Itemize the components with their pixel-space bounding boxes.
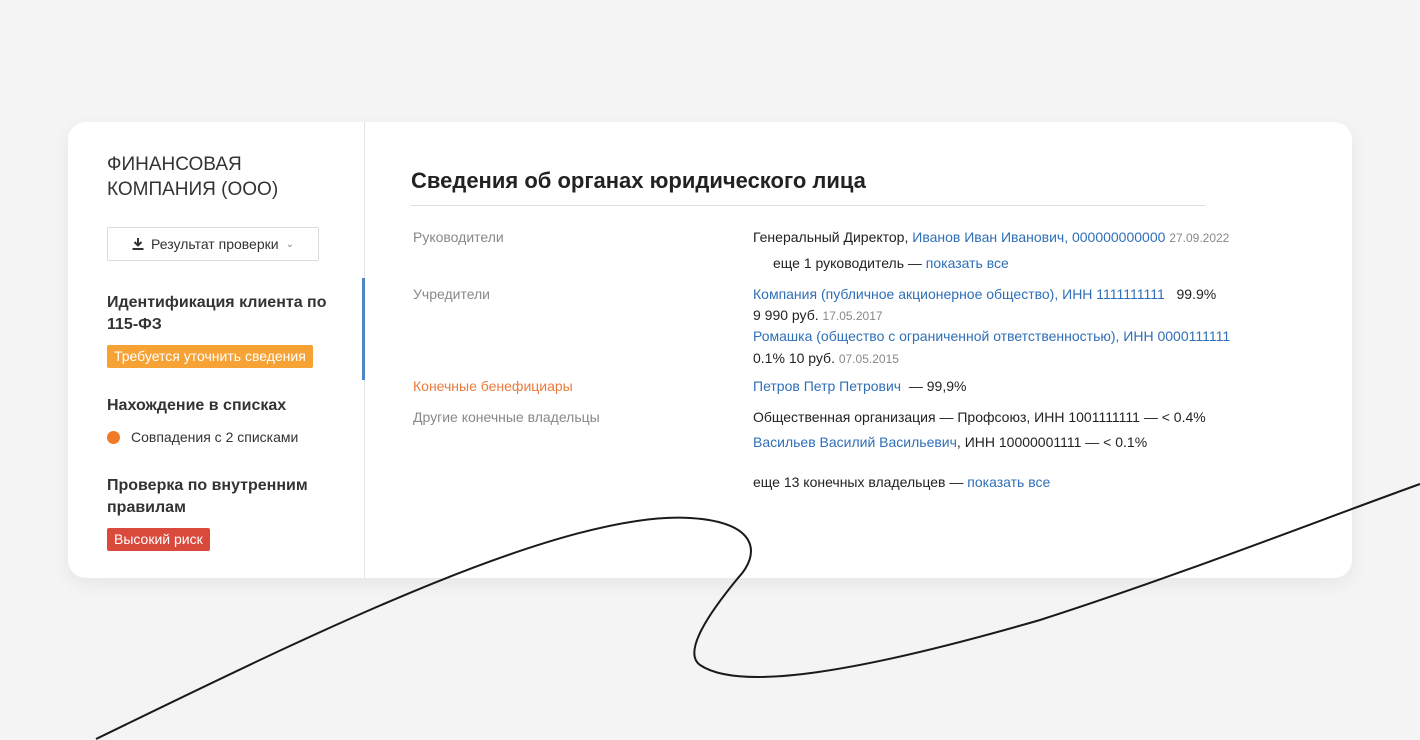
beneficiary-link[interactable]: Петров Петр Петрович	[753, 378, 901, 394]
other-owner-link[interactable]: Васильев Василий Васильевич	[753, 434, 957, 450]
leader-link[interactable]: Иванов Иван Иванович, 000000000000	[912, 229, 1165, 245]
founder-row: Компания (публичное акционерное общество…	[753, 286, 1216, 302]
leader-date: 27.09.2022	[1169, 231, 1230, 245]
other-owner-details: , ИНН 10000001111 — < 0.1%	[956, 434, 1148, 450]
lists-match: Совпадения с 2 списками	[107, 429, 298, 445]
page-title: Сведения об органах юридического лица	[411, 168, 1205, 206]
internal-rules-title[interactable]: Проверка по внутренним правилам	[107, 475, 337, 519]
identification-title[interactable]: Идентификация клиента по 115-ФЗ	[107, 292, 337, 336]
other-owner-org: Общественная организация — Профсоюз, ИНН…	[753, 409, 1206, 425]
card: ФИНАНСОВАЯ КОМПАНИЯ (ООО) Результат пров…	[68, 122, 1352, 578]
lists-match-text: Совпадения с 2 списками	[131, 429, 299, 445]
leader-row: Генеральный Директор, Иванов Иван Иванов…	[753, 229, 1229, 245]
active-indicator	[362, 278, 365, 380]
owners-more: еще 13 конечных владельцев — показать вс…	[753, 474, 1050, 490]
founder-capital-row: 9 990 руб. 17.05.2017	[753, 307, 883, 323]
other-owner-person-row: Васильев Василий Васильевич, ИНН 1000000…	[753, 434, 1147, 450]
download-icon	[132, 238, 144, 250]
founder-date: 17.05.2017	[822, 309, 883, 323]
sidebar: ФИНАНСОВАЯ КОМПАНИЯ (ООО) Результат пров…	[68, 122, 365, 578]
founder-capital-row: 0.1% 10 руб. 07.05.2015	[753, 350, 899, 366]
founder-row: Ромашка (общество с ограниченной ответст…	[753, 328, 1230, 344]
leaders-show-all-link[interactable]: показать все	[926, 255, 1009, 271]
leaders-more: еще 1 руководитель — показать все	[773, 255, 1009, 271]
chevron-down-icon: ⌄	[285, 238, 294, 250]
status-dot-icon	[107, 430, 120, 444]
founder-date: 07.05.2015	[838, 352, 899, 366]
beneficiary-share: — 99,9%	[908, 378, 967, 394]
leaders-more-text: еще 1 руководитель —	[773, 255, 922, 271]
founder-share: 0.1%	[753, 350, 785, 366]
company-name: ФИНАНСОВАЯ КОМПАНИЯ (ООО)	[107, 154, 279, 200]
risk-badge: Высокий риск	[107, 528, 210, 551]
leader-position: Генеральный Директор,	[753, 229, 909, 245]
owners-show-all-link[interactable]: показать все	[967, 474, 1050, 490]
founders-label: Учредители	[413, 286, 491, 302]
beneficiary-row: Петров Петр Петрович — 99,9%	[753, 378, 966, 394]
founder-link[interactable]: Компания (публичное акционерное общество…	[753, 286, 1165, 302]
owners-more-text: еще 13 конечных владельцев —	[753, 474, 964, 490]
leaders-label: Руководители	[413, 229, 504, 245]
beneficiaries-label: Конечные бенефициары	[413, 378, 573, 394]
other-owners-label: Другие конечные владельцы	[413, 409, 600, 425]
result-button-label: Результат проверки	[151, 236, 279, 252]
founder-share: 99.9%	[1176, 286, 1217, 302]
founder-link[interactable]: Ромашка (общество с ограниченной ответст…	[753, 328, 1230, 344]
identification-status-badge: Требуется уточнить сведения	[107, 345, 313, 368]
main-panel: Сведения об органах юридического лица Ру…	[366, 122, 1352, 578]
result-button[interactable]: Результат проверки ⌄	[107, 227, 319, 261]
founder-amount: 9 990 руб.	[753, 307, 819, 323]
lists-title[interactable]: Нахождение в списках	[107, 395, 337, 417]
founder-amount: 10 руб.	[788, 350, 835, 366]
